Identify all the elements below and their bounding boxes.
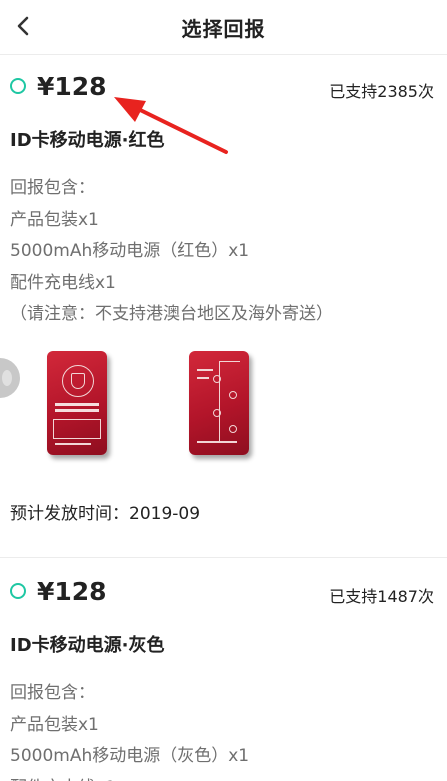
- top-bar: 选择回报: [0, 0, 447, 55]
- reward-contents: 回报包含： 产品包装x1 5000mAh移动电源（灰色）x1 配件充电线x1: [10, 678, 249, 781]
- shipping-notice: （请注意：不支持港澳台地区及海外寄送）: [10, 304, 333, 324]
- product-image-gallery: [0, 345, 447, 475]
- emblem-icon: [62, 365, 94, 397]
- contents-item: 产品包装x1: [10, 714, 99, 735]
- contents-item: 产品包装x1: [10, 209, 99, 230]
- page-title: 选择回报: [181, 17, 266, 41]
- reward-selection-page: 选择回报 ¥128 已支持2385次 ID卡移动电源·红色 回报包含： 产品包装…: [0, 0, 447, 781]
- supporter-count: 已支持1487次: [329, 587, 434, 606]
- contents-item: 配件充电线x1: [10, 272, 116, 293]
- reward-title: ID卡移动电源·红色: [10, 130, 165, 151]
- contents-heading: 回报包含：: [10, 683, 95, 703]
- contents-item: 配件充电线x1: [10, 773, 249, 781]
- contents-item: 5000mAh移动电源（灰色）x1: [10, 746, 250, 766]
- contents-heading: 回报包含：: [10, 178, 95, 198]
- reward-option-gray[interactable]: ¥128 已支持1487次 ID卡移动电源·灰色 回报包含： 产品包装x1 50…: [0, 560, 447, 781]
- ship-date: 预计发放时间：2019-09: [10, 504, 201, 524]
- reward-contents: 回报包含： 产品包装x1 5000mAh移动电源（红色）x1 配件充电线x1 （…: [10, 173, 333, 331]
- floating-handle-icon[interactable]: [0, 358, 20, 398]
- reward-price: ¥128: [37, 72, 107, 101]
- reward-option-red[interactable]: ¥128 已支持2385次 ID卡移动电源·红色 回报包含： 产品包装x1 50…: [0, 55, 447, 558]
- power-bank-back-image[interactable]: [189, 351, 249, 455]
- reward-radio-button[interactable]: [10, 78, 26, 94]
- reward-title: ID卡移动电源·灰色: [10, 635, 165, 656]
- reward-price-row: ¥128 已支持2385次: [10, 72, 437, 103]
- reward-price-row: ¥128 已支持1487次: [10, 577, 437, 608]
- power-bank-front-image[interactable]: [47, 351, 107, 455]
- reward-radio-button[interactable]: [10, 583, 26, 599]
- reward-price: ¥128: [37, 577, 107, 606]
- contents-item: 5000mAh移动电源（红色）x1: [10, 241, 250, 261]
- supporter-count: 已支持2385次: [329, 82, 434, 101]
